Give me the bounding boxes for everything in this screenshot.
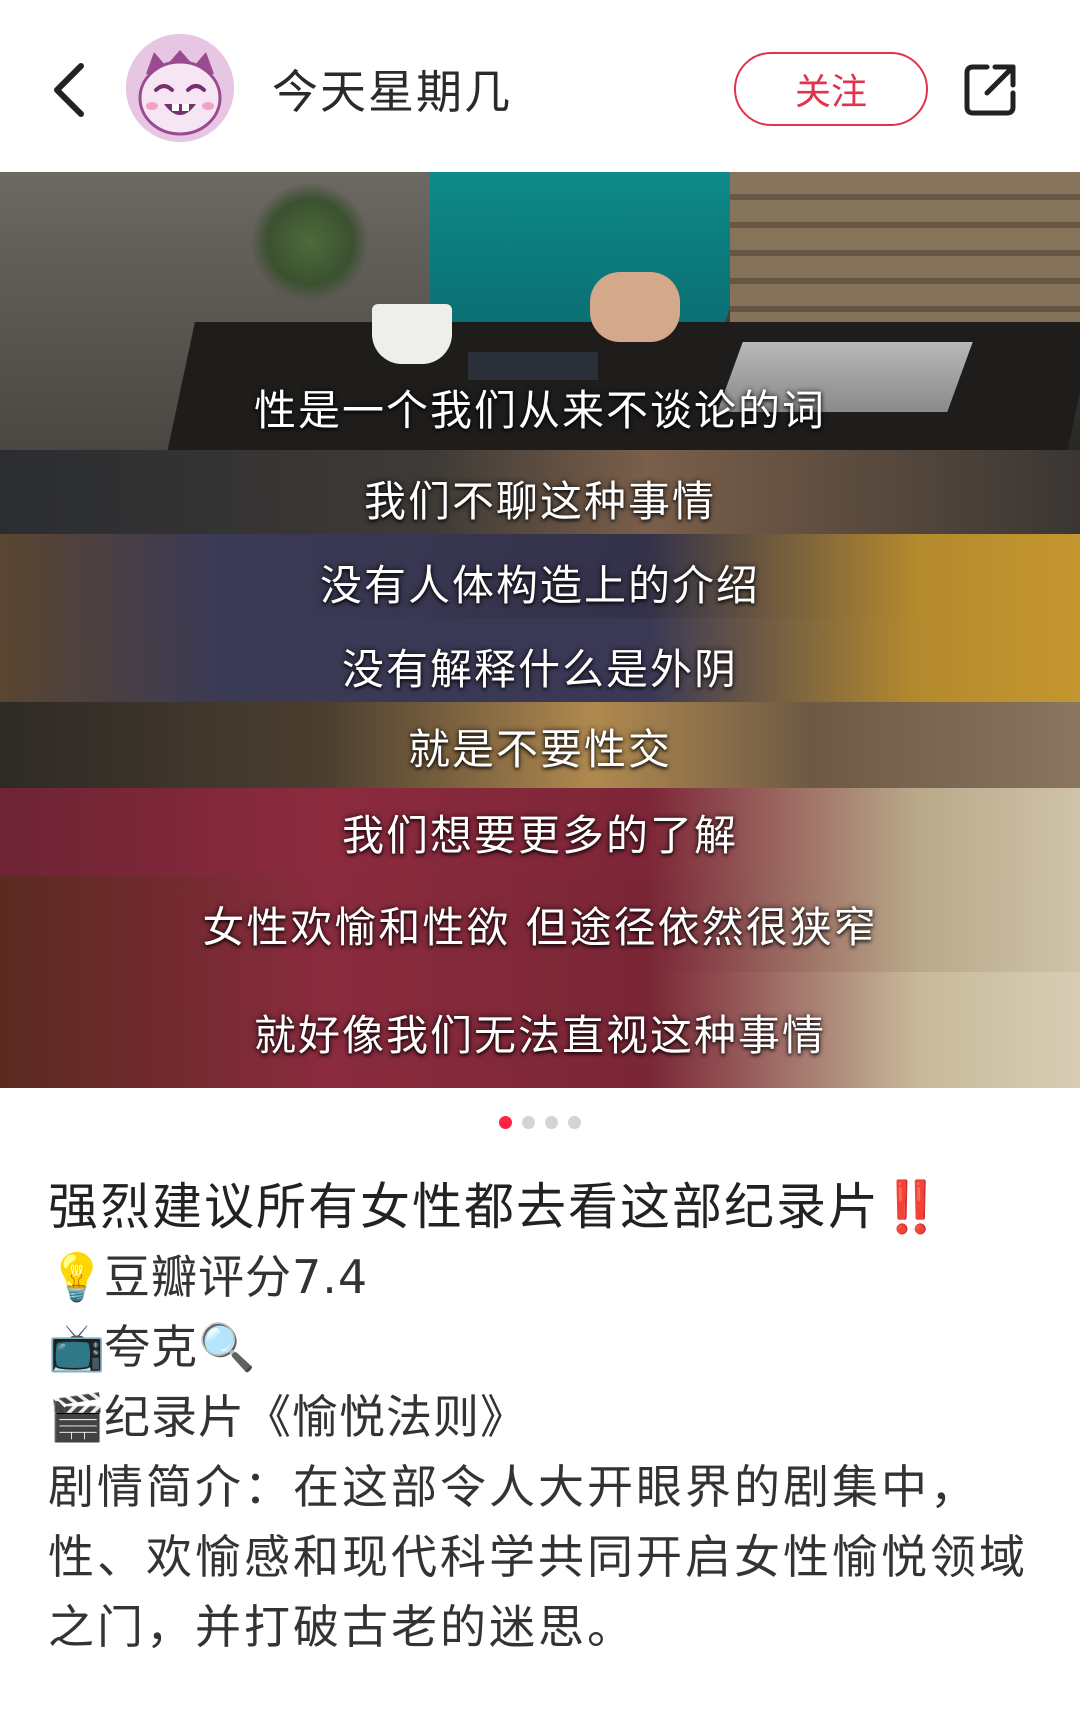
- post-title: 强烈建议所有女性都去看这部纪录片‼️: [48, 1172, 1048, 1242]
- rating-text: 豆瓣评分7.4: [104, 1250, 369, 1304]
- movie-line: 🎬纪录片《愉悦法则》: [48, 1382, 1048, 1452]
- carousel-frame: 就好像我们无法直视这种事情: [0, 972, 1080, 1088]
- carousel-frame: 没有解释什么是外阴: [0, 618, 1080, 702]
- subtitle-line: 就是不要性交: [407, 725, 672, 774]
- subtitle-line: 我们想要更多的了解: [341, 811, 738, 860]
- author-avatar[interactable]: [126, 34, 234, 142]
- carousel-frame: 我们想要更多的了解: [0, 788, 1080, 876]
- tv-icon: 📺: [48, 1320, 107, 1374]
- subtitle-line: 没有人体构造上的介绍: [319, 561, 760, 610]
- back-button[interactable]: [34, 50, 104, 130]
- clapperboard-icon: 🎬: [48, 1390, 107, 1444]
- post-body: 强烈建议所有女性都去看这部纪录片‼️ 💡豆瓣评分7.4 📺夸克🔍 🎬纪录片《愉悦…: [48, 1172, 1048, 1662]
- share-button[interactable]: [956, 54, 1026, 124]
- carousel-dot[interactable]: [499, 1116, 512, 1129]
- carousel-frame: 就是不要性交: [0, 702, 1080, 788]
- platform-text: 夸克: [104, 1320, 198, 1374]
- carousel-frame: 女性欢愉和性欲 但途径依然很狭窄: [0, 876, 1080, 972]
- subtitle-line: 就好像我们无法直视这种事情: [253, 1011, 826, 1060]
- carousel-dot[interactable]: [522, 1116, 535, 1129]
- avatar-cartoon-icon: [126, 34, 234, 142]
- magnifier-icon: 🔍: [198, 1320, 257, 1374]
- carousel-frame: 没有人体构造上的介绍: [0, 534, 1080, 618]
- back-arrow-icon: [54, 63, 84, 117]
- follow-button[interactable]: 关注: [734, 52, 928, 126]
- carousel-dot[interactable]: [545, 1116, 558, 1129]
- share-icon: [964, 64, 1016, 116]
- post-header: 今天星期几 关注: [0, 0, 1080, 172]
- subtitle-line: 没有解释什么是外阴: [341, 645, 738, 694]
- lightbulb-icon: 💡: [48, 1250, 107, 1304]
- carousel-page-indicator: [0, 1116, 1080, 1129]
- carousel-dot[interactable]: [568, 1116, 581, 1129]
- synopsis-text: 剧情简介：在这部令人大开眼界的剧集中，性、欢愉感和现代科学共同开启女性愉悦领域之…: [48, 1460, 1028, 1654]
- double-exclamation-icon: ‼️: [880, 1178, 945, 1236]
- movie-text: 纪录片《愉悦法则》: [104, 1390, 527, 1444]
- subtitle-line: 女性欢愉和性欲 但途径依然很狭窄: [202, 903, 878, 952]
- carousel-frame: 性是一个我们从来不谈论的词: [0, 172, 1080, 450]
- author-name[interactable]: 今天星期几: [272, 56, 512, 122]
- rating-line: 💡豆瓣评分7.4: [48, 1242, 1048, 1312]
- image-carousel[interactable]: 性是一个我们从来不谈论的词 我们不聊这种事情 没有人体构造上的介绍 没有解释什么…: [0, 172, 1080, 1088]
- platform-line: 📺夸克🔍: [48, 1312, 1048, 1382]
- subtitle-line: 性是一个我们从来不谈论的词: [253, 386, 826, 435]
- post-title-text: 强烈建议所有女性都去看这部纪录片: [48, 1178, 880, 1236]
- carousel-frame: 我们不聊这种事情: [0, 450, 1080, 534]
- subtitle-line: 我们不聊这种事情: [363, 477, 716, 526]
